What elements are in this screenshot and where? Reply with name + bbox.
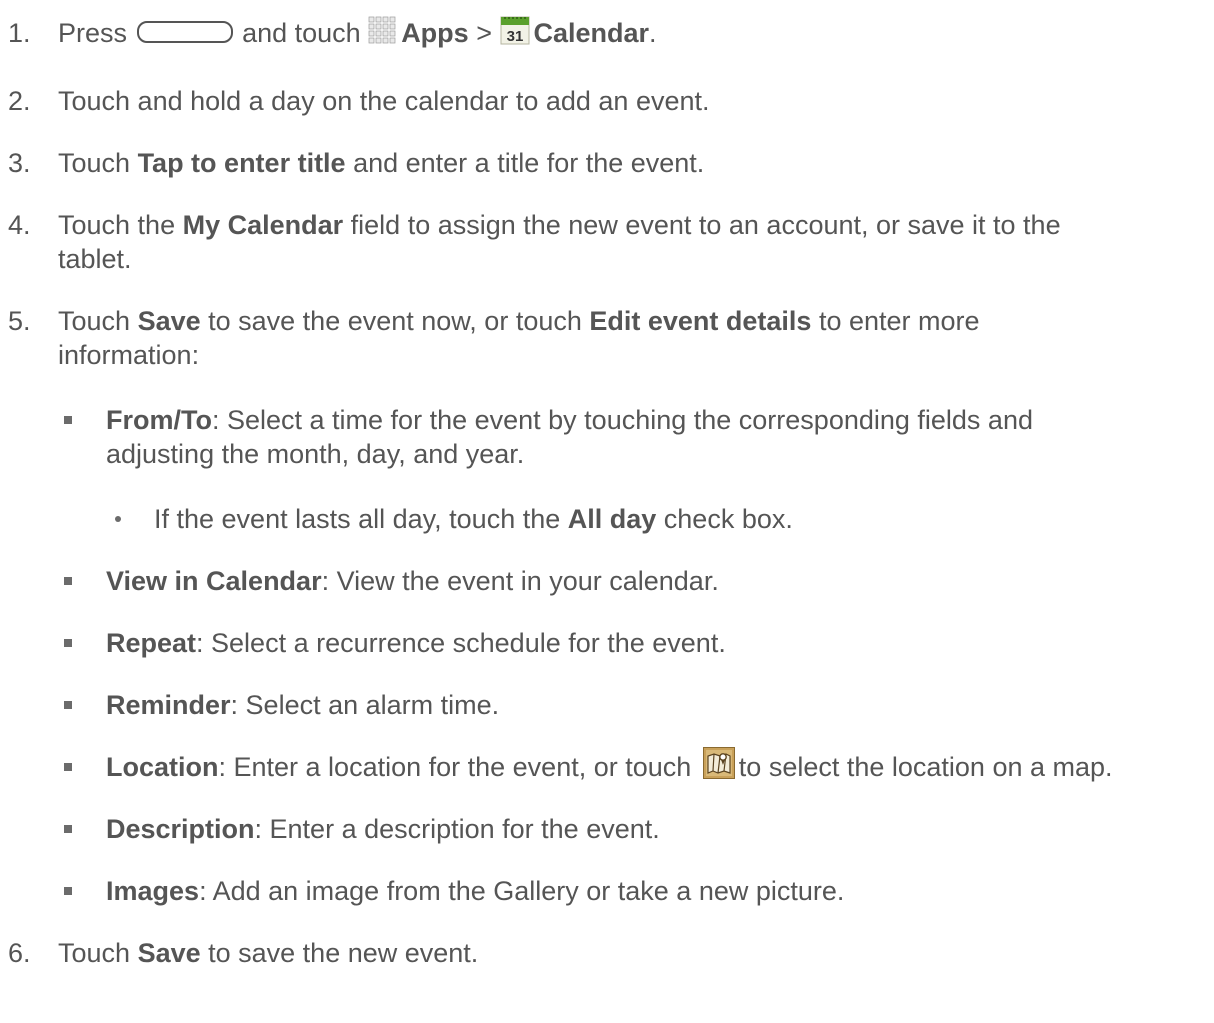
step-number: 6.	[8, 938, 31, 968]
ui-term: Repeat	[106, 628, 197, 658]
ui-term: Description	[106, 814, 255, 844]
apps-grid-icon	[368, 17, 396, 44]
bullet-text: check box.	[656, 504, 793, 534]
bullet-view-in-calendar: View in Calendar: View the event in your…	[106, 564, 719, 598]
calendar-label: Calendar	[533, 18, 650, 48]
step-text: and enter a title for the event.	[345, 148, 705, 178]
step-text: field to assign the new event to an acco…	[343, 210, 1061, 240]
bullet-from-to-continued: adjusting the month, day, and year.	[106, 439, 525, 469]
square-bullet-icon	[64, 701, 72, 709]
step-text: Touch	[58, 148, 138, 178]
bullet-text: If the event lasts all day, touch the	[154, 504, 568, 534]
home-key-icon	[136, 20, 233, 43]
bullet-text: : Select a recurrence schedule for the e…	[196, 628, 726, 658]
bullet-description: Description: Enter a description for the…	[106, 812, 660, 846]
step-4-text-continued: tablet.	[58, 244, 132, 274]
step-5-text-continued: information:	[58, 340, 200, 370]
step-text: Touch	[58, 938, 138, 968]
ui-term: Images	[106, 876, 200, 906]
square-bullet-icon	[64, 416, 72, 424]
bullet-from-to: From/To: Select a time for the event by …	[106, 403, 1033, 437]
step-text: and touch	[242, 18, 361, 48]
ui-term: Reminder	[106, 690, 231, 720]
apps-label: Apps	[401, 18, 469, 48]
step-text: Press	[58, 18, 128, 48]
ui-term: Tap to enter title	[137, 148, 346, 178]
step-text: to save the event now, or touch	[200, 306, 590, 336]
round-bullet-icon	[115, 516, 121, 522]
step-6-text: Touch Save to save the new event.	[58, 936, 478, 970]
step-number: 3.	[8, 148, 31, 178]
bullet-text: : Enter a description for the event.	[254, 814, 660, 844]
square-bullet-icon	[64, 763, 72, 771]
bullet-text: : Select an alarm time.	[230, 690, 500, 720]
bullet-text: : Enter a location for the event, or tou…	[218, 752, 692, 782]
bullet-text: : Select a time for the event by touchin…	[211, 405, 1033, 435]
ui-term: Location	[106, 752, 219, 782]
calendar-31-icon: 31	[500, 16, 529, 45]
step-number: 4.	[8, 210, 31, 240]
ui-term: View in Calendar	[106, 566, 322, 596]
bullet-text: to select the location on a map.	[738, 752, 1113, 782]
step-2-text: Touch and hold a day on the calendar to …	[58, 86, 710, 116]
step-1-text: Press and touch Apps > 31 Calendar.	[58, 16, 657, 50]
step-number: 5.	[8, 306, 31, 336]
ui-term: Save	[137, 306, 201, 336]
bullet-repeat: Repeat: Select a recurrence schedule for…	[106, 626, 726, 660]
square-bullet-icon	[64, 825, 72, 833]
step-text: to save the new event.	[200, 938, 479, 968]
ui-term: All day	[567, 504, 657, 534]
square-bullet-icon	[64, 577, 72, 585]
sub-bullet-all-day: If the event lasts all day, touch the Al…	[154, 502, 793, 536]
map-location-icon	[702, 746, 735, 779]
step-text: Touch the	[58, 210, 183, 240]
step-number: 1.	[8, 18, 31, 48]
bullet-text: : View the event in your calendar.	[321, 566, 719, 596]
bullet-text: : Add an image from the Gallery or take …	[199, 876, 845, 906]
step-3-text: Touch Tap to enter title and enter a tit…	[58, 146, 704, 180]
bullet-location: Location: Enter a location for the event…	[106, 746, 1113, 785]
bullet-reminder: Reminder: Select an alarm time.	[106, 688, 499, 722]
square-bullet-icon	[64, 639, 72, 647]
menu-separator: >	[476, 18, 492, 48]
ui-term: From/To	[106, 405, 212, 435]
step-5-text: Touch Save to save the event now, or tou…	[58, 304, 980, 338]
step-4-text: Touch the My Calendar field to assign th…	[58, 208, 1061, 242]
bullet-images: Images: Add an image from the Gallery or…	[106, 874, 844, 908]
calendar-icon-day: 31	[506, 28, 523, 45]
step-number: 2.	[8, 86, 31, 116]
step-text: .	[649, 18, 657, 48]
ui-term: Edit event details	[589, 306, 812, 336]
step-text: Touch	[58, 306, 138, 336]
step-text: to enter more	[811, 306, 980, 336]
ui-term: My Calendar	[182, 210, 344, 240]
ui-term: Save	[137, 938, 201, 968]
square-bullet-icon	[64, 887, 72, 895]
